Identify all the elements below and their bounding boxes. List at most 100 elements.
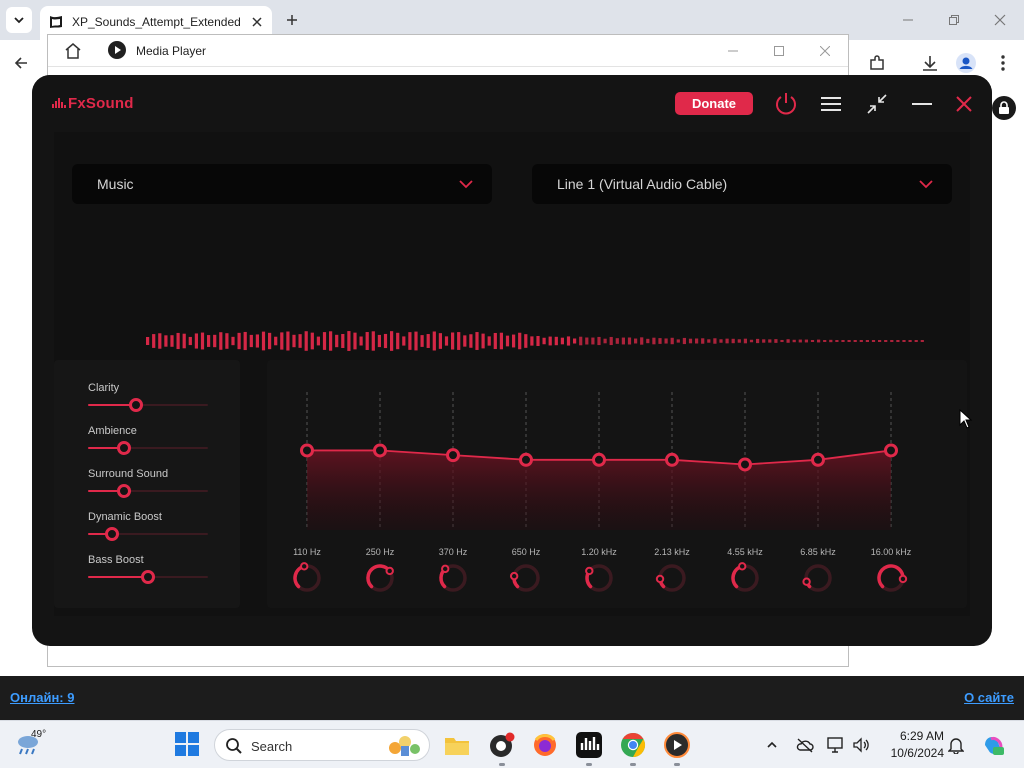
tray-display[interactable] (826, 735, 846, 755)
spectrum-bar (798, 339, 802, 343)
spectrum-bar (701, 338, 705, 344)
tray-volume[interactable] (851, 735, 871, 755)
spectrum-bar (627, 337, 632, 345)
eq-band-handle[interactable] (373, 443, 387, 458)
eq-band-knob[interactable] (293, 562, 321, 592)
eq-band-handle[interactable] (300, 443, 314, 458)
weather-temperature: 49° (31, 729, 47, 740)
eq-band-knob[interactable] (877, 564, 908, 592)
profile-button[interactable] (955, 52, 977, 74)
eq-band-handle[interactable] (665, 452, 679, 467)
popup-minimize-button[interactable] (724, 42, 742, 60)
copilot-button[interactable] (980, 732, 1006, 758)
eq-band-knob[interactable] (366, 564, 394, 592)
eq-band-knob[interactable] (439, 564, 467, 592)
spectrum-bar (310, 332, 314, 350)
lock-button[interactable] (992, 96, 1016, 120)
windows-logo-icon (175, 732, 199, 756)
running-indicator (499, 763, 505, 766)
popup-close-button[interactable] (816, 42, 834, 60)
effect-slider[interactable] (88, 527, 208, 541)
spectrum-bar (890, 340, 894, 342)
spectrum-bar (908, 340, 912, 342)
taskbar-obs[interactable] (488, 731, 516, 759)
spectrum-bar (707, 339, 711, 343)
eq-band-knob[interactable] (802, 564, 832, 592)
effect-slider-handle[interactable] (141, 570, 155, 584)
eq-band-knob[interactable] (731, 562, 759, 592)
effect-slider[interactable] (88, 441, 208, 455)
spectrum-bar (786, 339, 790, 343)
eq-band-knob[interactable] (509, 564, 540, 592)
eq-band-knob[interactable] (585, 564, 613, 592)
minimize-button[interactable] (898, 10, 918, 30)
effect-slider[interactable] (88, 570, 208, 584)
spectrum-bar (621, 337, 625, 345)
extensions-button[interactable] (866, 52, 888, 74)
online-count-link[interactable]: Онлайн: 9 (10, 690, 74, 705)
spectrum-bar (847, 340, 851, 342)
folder-icon (445, 738, 469, 755)
spectrum-bar (322, 332, 327, 350)
taskbar-chrome[interactable] (619, 731, 647, 759)
spectrum-bar (841, 340, 845, 342)
effect-slider-handle[interactable] (105, 527, 119, 541)
eq-band-handle[interactable] (811, 452, 825, 467)
spectrum-bar (640, 337, 644, 345)
close-window-button[interactable] (990, 10, 1010, 30)
spectrum-bar (664, 338, 668, 344)
eq-band-handle[interactable] (738, 457, 752, 472)
spectrum-bar (444, 336, 449, 346)
eq-band-handle[interactable] (592, 452, 606, 467)
eq-frequency-label: 4.55 kHz (727, 547, 763, 557)
clock-time[interactable]: 6:29 AM (892, 729, 944, 743)
equalizer-app-icon (576, 732, 602, 758)
effect-slider-handle[interactable] (117, 484, 131, 498)
taskbar-firefox[interactable] (531, 731, 559, 759)
popup-maximize-button[interactable] (770, 42, 788, 60)
effect-slider[interactable] (88, 484, 208, 498)
preset-dropdown[interactable]: Music (72, 164, 492, 204)
power-button[interactable] (772, 90, 800, 118)
start-button[interactable] (174, 731, 202, 759)
spectrum-bar (194, 333, 198, 349)
downloads-button[interactable] (919, 52, 941, 74)
spectrum-bar (579, 336, 583, 346)
donate-button[interactable]: Donate (675, 92, 753, 115)
tray-overflow-button[interactable] (762, 735, 782, 755)
taskbar-file-explorer[interactable] (443, 731, 471, 759)
eq-knob-indicator (802, 577, 811, 586)
browser-menu-button[interactable] (992, 52, 1014, 74)
taskbar-media-player[interactable] (663, 731, 691, 759)
effect-slider-handle[interactable] (117, 441, 131, 455)
notifications-button[interactable] (946, 735, 966, 755)
back-button[interactable] (10, 52, 32, 74)
clock-date[interactable]: 10/6/2024 (882, 746, 944, 760)
home-icon[interactable] (64, 42, 82, 60)
effect-slider[interactable] (88, 398, 208, 412)
eq-knob-indicator (655, 574, 665, 584)
eq-band-handle[interactable] (519, 452, 533, 467)
spectrum-bar (463, 335, 467, 347)
spectrum-bar (810, 340, 815, 342)
new-tab-button[interactable] (282, 10, 302, 30)
app-close-button[interactable] (950, 90, 978, 118)
app-minimize-button[interactable] (908, 90, 936, 118)
tab-search-button[interactable] (6, 7, 32, 33)
spectrum-bar (536, 336, 540, 346)
about-link[interactable]: О сайте (964, 690, 1014, 705)
restore-button[interactable] (944, 10, 964, 30)
more-vert-icon (1001, 55, 1005, 71)
tray-onedrive[interactable] (795, 735, 815, 755)
taskbar-audio-app[interactable] (575, 731, 603, 759)
close-tab-button[interactable] (248, 13, 266, 31)
effect-slider-handle[interactable] (129, 398, 143, 412)
taskbar-search[interactable]: Search (214, 729, 430, 761)
compact-mode-button[interactable] (863, 90, 891, 118)
preset-value: Music (97, 176, 134, 192)
eq-band-knob[interactable] (655, 564, 686, 592)
eq-band-handle[interactable] (446, 448, 460, 463)
menu-button[interactable] (817, 90, 845, 118)
output-device-dropdown[interactable]: Line 1 (Virtual Audio Cable) (532, 164, 952, 204)
eq-band-handle[interactable] (884, 443, 898, 458)
